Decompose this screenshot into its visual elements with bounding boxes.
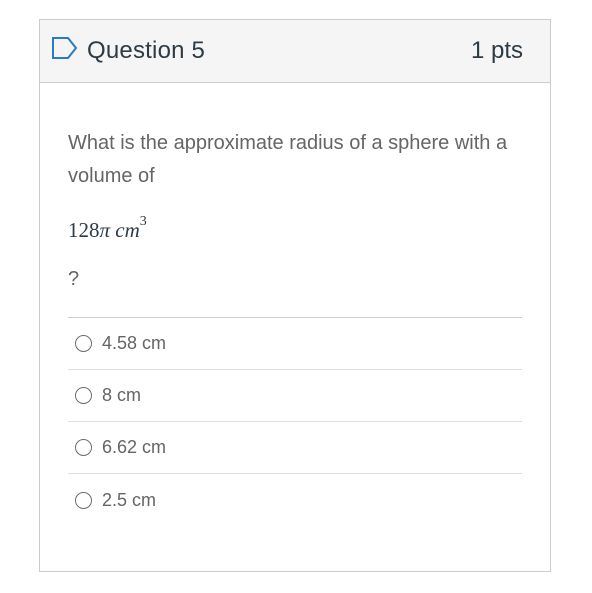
question-suffix: ? [68, 268, 80, 290]
answer-option[interactable]: 6.62 cm [68, 422, 522, 474]
question-title: Question 5 [87, 37, 206, 64]
volume-unit: cm [115, 218, 140, 242]
question-text: What is the approximate radius of a sphe… [68, 132, 508, 187]
pi-symbol: π [99, 218, 111, 242]
volume-expression: 128π cm3 [68, 210, 522, 250]
answer-label: 8 cm [102, 385, 142, 405]
answer-option[interactable]: 4.58 cm [68, 318, 522, 370]
radio-button[interactable] [75, 491, 92, 509]
answer-label: 6.62 cm [102, 437, 167, 457]
answer-label: 4.58 cm [102, 333, 167, 353]
volume-coefficient: 128 [68, 218, 100, 242]
answer-option[interactable]: 2.5 cm [68, 474, 522, 526]
bookmark-icon[interactable] [51, 36, 78, 60]
radio-button[interactable] [75, 335, 92, 352]
radio-button[interactable] [75, 439, 92, 456]
volume-exponent: 3 [139, 214, 147, 229]
answer-option[interactable]: 8 cm [68, 370, 522, 422]
question-card: Question 5 1 pts What is the approximate… [39, 19, 551, 572]
question-points: 1 pts [470, 37, 523, 64]
question-body: What is the approximate radius of a sphe… [40, 127, 550, 526]
question-header: Question 5 1 pts [40, 20, 550, 83]
answer-list: 4.58 cm 8 cm 6.62 cm 2.5 cm [68, 317, 522, 526]
radio-button[interactable] [75, 387, 92, 404]
answer-label: 2.5 cm [102, 489, 157, 510]
